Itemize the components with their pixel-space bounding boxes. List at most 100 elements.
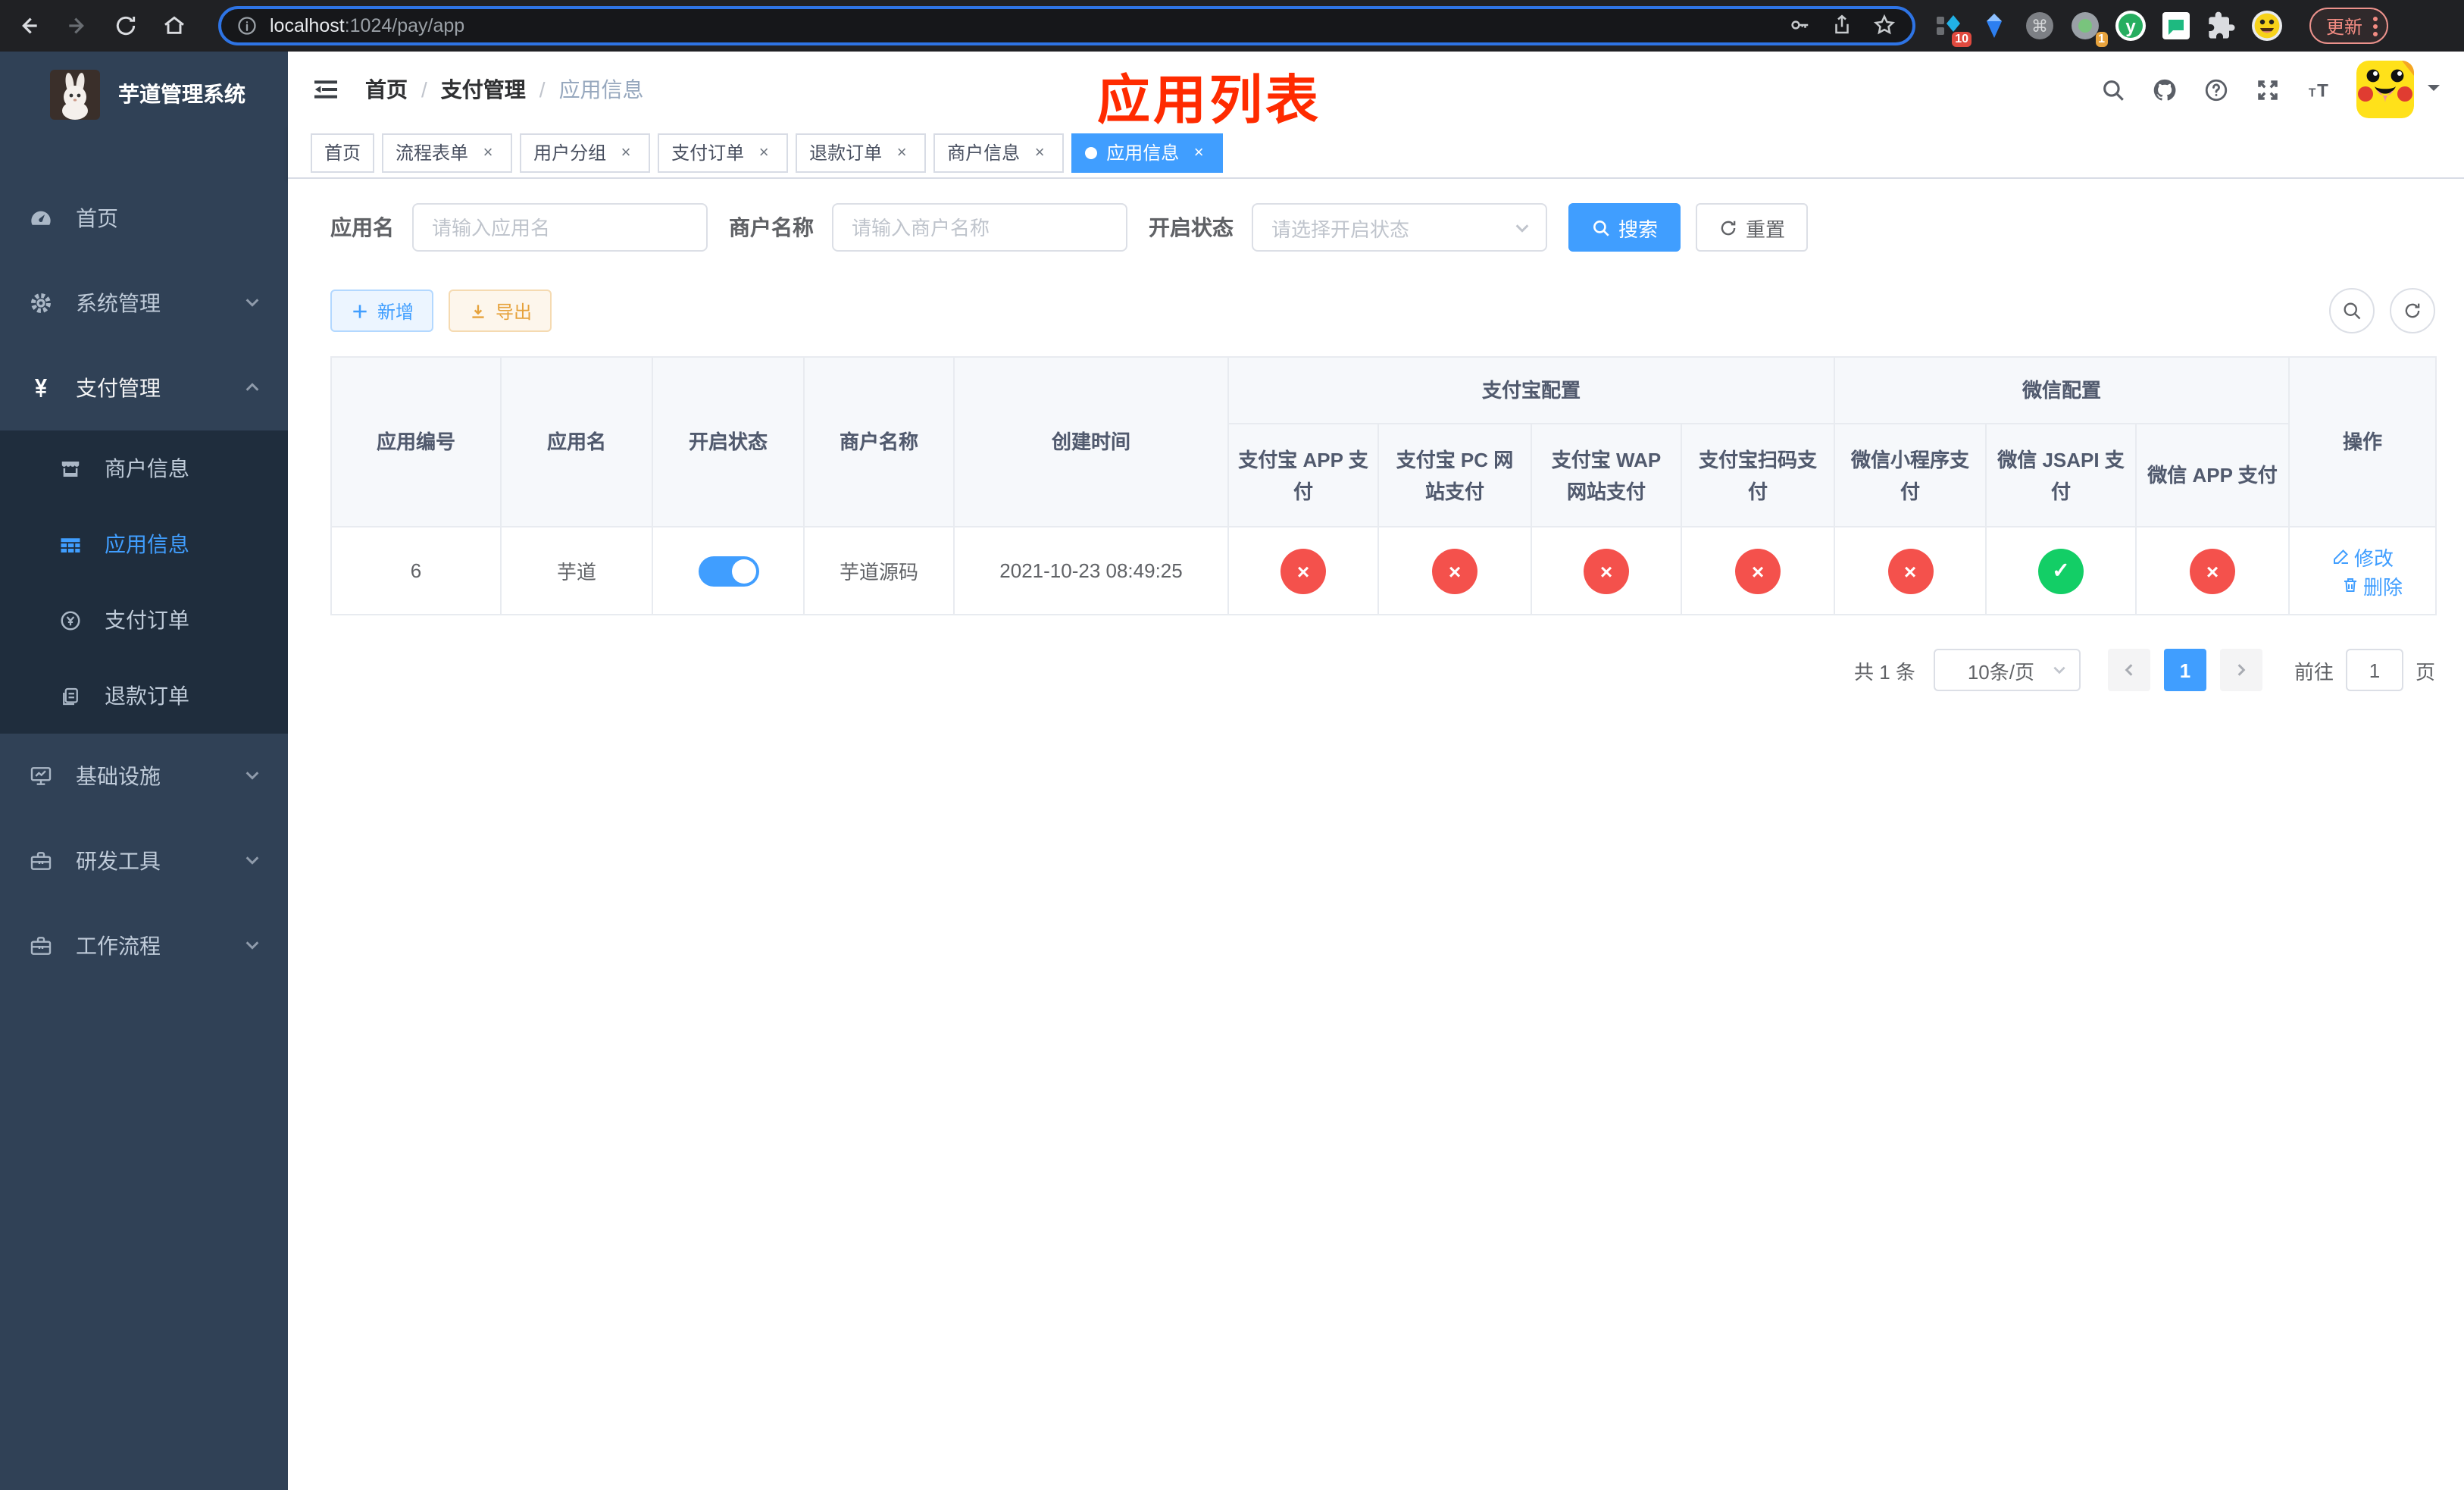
extension-y-icon[interactable]: y <box>2115 11 2146 41</box>
pagination: 共 1 条 10条/页 1 前往 页 <box>330 649 2435 691</box>
home-icon[interactable] <box>161 12 188 39</box>
cell-alipay-wap: × <box>1531 526 1682 615</box>
sidebar-item-home[interactable]: 首页 <box>0 176 288 261</box>
reload-icon[interactable] <box>112 12 139 39</box>
edit-link[interactable]: 修改 <box>2331 542 2394 571</box>
svg-text:T: T <box>2308 86 2315 99</box>
extension-command-icon[interactable]: ⌘ <box>2025 11 2055 41</box>
profile-smiley-icon[interactable] <box>2252 11 2282 41</box>
status-select[interactable]: 请选择开启状态 <box>1252 203 1547 252</box>
show-search-button[interactable] <box>2329 288 2375 333</box>
close-icon[interactable]: × <box>1188 142 1209 163</box>
col-alipay-wap: 支付宝 WAP 网站支付 <box>1531 423 1682 527</box>
sidebar-collapse-icon[interactable] <box>311 74 341 105</box>
extension-chat-icon[interactable] <box>2161 11 2191 41</box>
help-icon[interactable] <box>2202 76 2229 103</box>
breadcrumb-payment[interactable]: 支付管理 <box>441 74 526 105</box>
next-page-button[interactable] <box>2219 649 2262 691</box>
chevron-down-icon <box>2053 666 2065 675</box>
chevron-down-icon <box>244 291 261 315</box>
toolbox-icon <box>29 849 53 873</box>
tab-process-form[interactable]: 流程表单 × <box>382 133 513 172</box>
header-search-icon[interactable] <box>2099 76 2126 103</box>
browser-toolbar: localhost:1024/pay/app 10 ⌘ 1 y 更新 <box>0 0 2464 52</box>
tab-merchant-info[interactable]: 商户信息 × <box>933 133 1065 172</box>
cell-created: 2021-10-23 08:49:25 <box>953 526 1229 615</box>
page-size-value: 10条/页 <box>1967 660 2034 683</box>
sidebar-item-app-info[interactable]: 应用信息 <box>0 506 288 582</box>
monitor-icon <box>29 764 53 788</box>
enabled-toggle[interactable] <box>698 556 758 586</box>
refresh-icon <box>1721 220 1736 235</box>
font-size-icon[interactable]: TT <box>2305 76 2332 103</box>
breadcrumb-current: 应用信息 <box>558 77 644 102</box>
page-size-select[interactable]: 10条/页 <box>1933 649 2081 691</box>
col-enabled: 开启状态 <box>652 356 805 527</box>
svg-text:y: y <box>2125 17 2136 37</box>
sidebar-item-merchant-info[interactable]: 商户信息 <box>0 430 288 506</box>
bookmark-star-icon[interactable] <box>1873 14 1897 38</box>
goto-page-input[interactable] <box>2345 649 2403 691</box>
export-button[interactable]: 导出 <box>449 290 552 332</box>
breadcrumb-home[interactable]: 首页 <box>365 74 408 105</box>
merchant-name-input[interactable] <box>832 203 1127 252</box>
search-form: 应用名 商户名称 开启状态 请选择开启状态 搜索 重置 <box>330 203 2435 252</box>
close-icon[interactable]: × <box>891 142 912 163</box>
sidebar-item-workflow[interactable]: 工作流程 <box>0 903 288 988</box>
tab-user-group[interactable]: 用户分组 × <box>520 133 651 172</box>
forward-icon[interactable] <box>64 12 91 39</box>
tab-label: 流程表单 <box>396 142 469 164</box>
tab-home[interactable]: 首页 <box>311 133 375 172</box>
reset-button[interactable]: 重置 <box>1696 203 1809 252</box>
tab-pay-orders[interactable]: 支付订单 × <box>658 133 789 172</box>
browser-menu-kebab-icon[interactable] <box>2373 14 2378 37</box>
close-icon[interactable]: × <box>615 142 636 163</box>
sidebar-item-system[interactable]: 系统管理 <box>0 261 288 346</box>
col-wechat-jsapi: 微信 JSAPI 支付 <box>1985 423 2137 527</box>
refresh-table-button[interactable] <box>2390 288 2435 333</box>
col-app-name: 应用名 <box>500 356 653 527</box>
app-name-input[interactable] <box>412 203 708 252</box>
delete-link[interactable]: 删除 <box>2340 571 2403 599</box>
sidebar-item-infrastructure[interactable]: 基础设施 <box>0 734 288 819</box>
password-key-icon[interactable] <box>1788 14 1812 38</box>
app-title: 芋道管理系统 <box>118 82 245 106</box>
sidebar-item-refund-orders[interactable]: 退款订单 <box>0 658 288 734</box>
address-bar[interactable]: localhost:1024/pay/app <box>218 6 1915 45</box>
search-button[interactable]: 搜索 <box>1568 203 1681 252</box>
page-unit-label: 页 <box>2415 660 2435 683</box>
app-logo[interactable]: 芋道管理系统 <box>0 52 288 136</box>
site-info-icon[interactable] <box>236 15 258 36</box>
page-number-1[interactable]: 1 <box>2163 649 2206 691</box>
briefcase-icon <box>29 934 53 958</box>
browser-update-button[interactable]: 更新 <box>2309 8 2389 44</box>
sidebar-item-pay-orders[interactable]: 支付订单 <box>0 582 288 658</box>
cell-wechat-jsapi: ✓ <box>1985 526 2137 615</box>
close-icon[interactable]: × <box>753 142 774 163</box>
extension-balloon-icon[interactable] <box>1979 11 2009 41</box>
sidebar-menu: 首页 系统管理 支付管理 商户信息 应用信息 支付订单 退款订单 基础设施 研发… <box>0 136 288 988</box>
prev-page-button[interactable] <box>2107 649 2150 691</box>
fullscreen-icon[interactable] <box>2253 76 2281 103</box>
share-icon[interactable] <box>1831 14 1855 38</box>
tab-app-info[interactable]: 应用信息 × <box>1071 133 1224 172</box>
github-icon[interactable] <box>2150 76 2178 103</box>
col-app-id: 应用编号 <box>330 356 502 527</box>
user-avatar[interactable] <box>2356 61 2414 118</box>
gear-icon <box>29 291 53 315</box>
close-icon[interactable]: × <box>1029 142 1050 163</box>
extension-diamond-icon[interactable]: 10 <box>1934 11 1972 47</box>
extensions-puzzle-icon[interactable] <box>2206 11 2237 41</box>
close-icon[interactable]: × <box>477 142 499 163</box>
breadcrumb-separator: / <box>421 77 427 102</box>
tab-refund-orders[interactable]: 退款订单 × <box>796 133 927 172</box>
sidebar-item-label: 首页 <box>76 206 118 230</box>
caret-down-icon[interactable] <box>2426 76 2441 103</box>
sidebar-item-payment[interactable]: 支付管理 <box>0 346 288 430</box>
add-button[interactable]: 新增 <box>330 290 434 332</box>
back-icon[interactable] <box>15 12 42 39</box>
sidebar-item-label: 商户信息 <box>105 456 189 480</box>
tab-label: 支付订单 <box>671 142 745 164</box>
extension-recorder-icon[interactable]: 1 <box>2070 11 2108 47</box>
sidebar-item-dev-tools[interactable]: 研发工具 <box>0 819 288 903</box>
